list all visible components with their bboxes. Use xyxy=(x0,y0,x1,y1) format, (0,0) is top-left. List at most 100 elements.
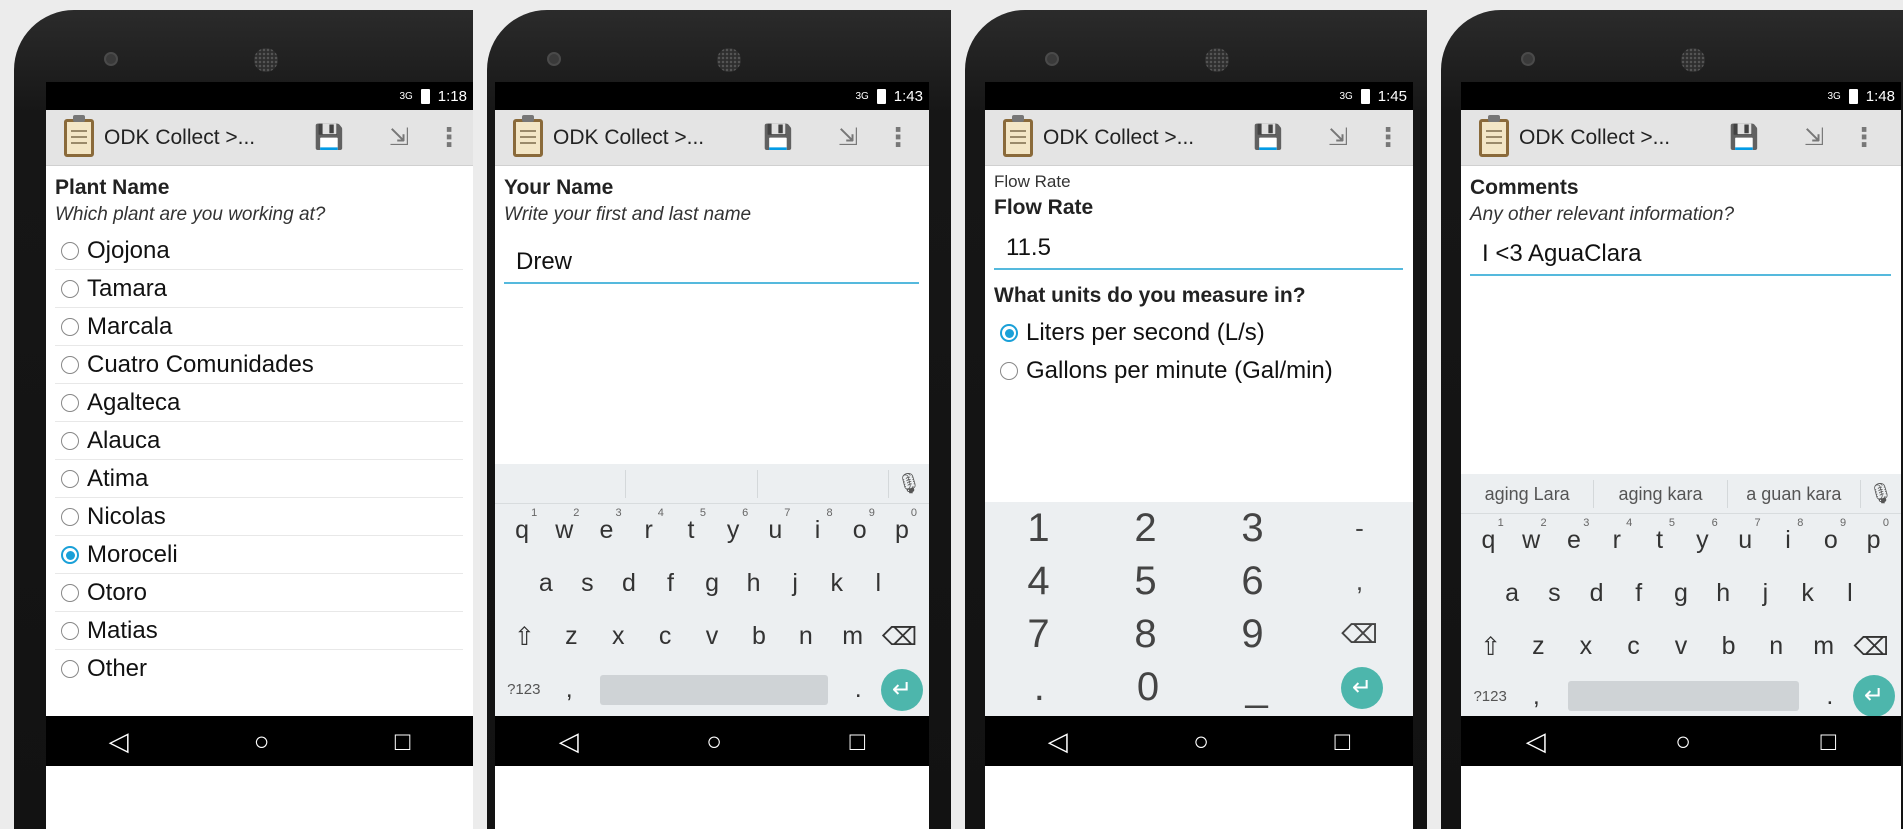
key-b[interactable]: b xyxy=(735,622,782,651)
key-p[interactable]: p0 xyxy=(1852,517,1895,555)
comments-input[interactable]: I <3 AguaClara xyxy=(1470,234,1891,276)
radio-button[interactable] xyxy=(61,621,79,640)
mic-icon[interactable]: 🎙 xyxy=(1861,481,1901,506)
radio-option-tamara[interactable]: Tamara xyxy=(55,270,463,308)
numpad-key[interactable]: 6 xyxy=(1199,559,1306,604)
key-r[interactable]: r4 xyxy=(1595,517,1638,555)
key-u[interactable]: u7 xyxy=(754,507,796,545)
radio-option-nicolas[interactable]: Nicolas xyxy=(55,498,463,536)
space-bar[interactable] xyxy=(600,674,828,705)
enter-icon[interactable]: ↵ xyxy=(1853,675,1895,717)
save-icon[interactable]: 💾 xyxy=(1709,123,1779,152)
radio-option-agalteca[interactable]: Agalteca xyxy=(55,384,463,422)
key-d[interactable]: d xyxy=(608,569,650,598)
key-a[interactable]: a xyxy=(1491,579,1533,608)
radio-button[interactable] xyxy=(61,355,79,374)
radio-option-other[interactable]: Other xyxy=(55,650,463,688)
radio-button[interactable] xyxy=(61,317,79,336)
shift-icon[interactable]: ⇧ xyxy=(1467,632,1515,662)
radio-button[interactable] xyxy=(61,393,79,412)
comma-key[interactable]: , xyxy=(547,675,593,704)
numpad-key[interactable]: 1 xyxy=(985,506,1092,551)
back-icon[interactable]: ◁ xyxy=(1526,726,1546,757)
key-y[interactable]: y6 xyxy=(712,507,754,545)
suggestion-1[interactable] xyxy=(495,469,627,498)
key-q[interactable]: q1 xyxy=(1467,517,1510,555)
numpad-key[interactable]: , xyxy=(1306,566,1413,597)
numpad-key[interactable]: - xyxy=(1306,513,1413,544)
home-icon[interactable]: ○ xyxy=(1675,726,1691,757)
goto-icon[interactable]: ⇲ xyxy=(813,123,883,152)
suggestion-2[interactable] xyxy=(626,469,758,498)
radio-option-ojojona[interactable]: Ojojona xyxy=(55,232,463,270)
radio-option-moroceli[interactable]: Moroceli xyxy=(55,536,463,574)
key-v[interactable]: v xyxy=(1657,632,1705,661)
flow-rate-input[interactable]: 11.5 xyxy=(994,228,1403,270)
radio-button[interactable] xyxy=(1000,362,1018,380)
radio-option-alauca[interactable]: Alauca xyxy=(55,422,463,460)
key-f[interactable]: f xyxy=(650,569,692,598)
numpad-key[interactable]: 0 xyxy=(1094,665,1203,710)
save-icon[interactable]: 💾 xyxy=(294,123,364,152)
key-m[interactable]: m xyxy=(1800,632,1848,661)
key-w[interactable]: w2 xyxy=(1510,517,1553,555)
key-m[interactable]: m xyxy=(829,622,876,651)
overflow-menu-icon[interactable]: ⋮ xyxy=(434,122,464,153)
suggestion-3[interactable] xyxy=(758,469,889,498)
key-e[interactable]: e3 xyxy=(1553,517,1596,555)
mic-icon[interactable]: 🎙 xyxy=(889,471,929,496)
key-s[interactable]: s xyxy=(567,569,609,598)
radio-button[interactable] xyxy=(61,241,79,260)
back-icon[interactable]: ◁ xyxy=(559,726,579,757)
key-d[interactable]: d xyxy=(1575,579,1617,608)
key-h[interactable]: h xyxy=(733,569,775,598)
radio-button-selected[interactable] xyxy=(61,545,79,564)
numpad-key[interactable]: 7 xyxy=(985,612,1092,657)
radio-button[interactable] xyxy=(61,469,79,488)
radio-button-selected[interactable] xyxy=(1000,324,1018,342)
home-icon[interactable]: ○ xyxy=(1193,726,1209,757)
radio-option-matias[interactable]: Matias xyxy=(55,612,463,650)
period-key[interactable]: . xyxy=(836,675,882,704)
key-k[interactable]: k xyxy=(816,569,858,598)
key-i[interactable]: i8 xyxy=(1767,517,1810,555)
key-g[interactable]: g xyxy=(691,569,733,598)
key-h[interactable]: h xyxy=(1702,579,1744,608)
period-key[interactable]: . xyxy=(1807,682,1853,711)
key-e[interactable]: e3 xyxy=(585,507,627,545)
key-c[interactable]: c xyxy=(1610,632,1658,661)
radio-option-atima[interactable]: Atima xyxy=(55,460,463,498)
app-title[interactable]: ODK Collect >... xyxy=(104,126,294,150)
radio-button[interactable] xyxy=(61,431,79,450)
key-q[interactable]: q1 xyxy=(501,507,543,545)
key-a[interactable]: a xyxy=(525,569,567,598)
key-y[interactable]: y6 xyxy=(1681,517,1724,555)
radio-option-gallons[interactable]: Gallons per minute (Gal/min) xyxy=(994,352,1403,390)
symbols-key[interactable]: ?123 xyxy=(501,681,547,698)
key-w[interactable]: w2 xyxy=(543,507,585,545)
numpad-key[interactable]: . xyxy=(985,665,1094,710)
key-j[interactable]: j xyxy=(1744,579,1786,608)
recents-icon[interactable]: □ xyxy=(1821,726,1837,757)
delete-icon[interactable]: ⌫ xyxy=(1847,632,1895,662)
app-title[interactable]: ODK Collect >... xyxy=(553,126,743,150)
numpad-key[interactable]: 3 xyxy=(1199,506,1306,551)
radio-button[interactable] xyxy=(61,660,79,678)
key-b[interactable]: b xyxy=(1705,632,1753,661)
space-bar[interactable] xyxy=(1567,681,1799,711)
key-f[interactable]: f xyxy=(1618,579,1660,608)
key-x[interactable]: x xyxy=(595,622,642,651)
comma-key[interactable]: , xyxy=(1513,682,1559,711)
goto-icon[interactable]: ⇲ xyxy=(1779,123,1849,152)
numpad-key[interactable]: 8 xyxy=(1092,612,1199,657)
key-u[interactable]: u7 xyxy=(1724,517,1767,555)
recents-icon[interactable]: □ xyxy=(850,726,866,757)
overflow-menu-icon[interactable]: ⋮ xyxy=(883,122,913,153)
radio-option-otoro[interactable]: Otoro xyxy=(55,574,463,612)
radio-button[interactable] xyxy=(61,583,79,602)
key-z[interactable]: z xyxy=(548,622,595,651)
numpad-key[interactable]: 9 xyxy=(1199,612,1306,657)
overflow-menu-icon[interactable]: ⋮ xyxy=(1849,122,1879,153)
symbols-key[interactable]: ?123 xyxy=(1467,688,1513,705)
suggestion-3[interactable]: a guan kara xyxy=(1728,479,1861,508)
